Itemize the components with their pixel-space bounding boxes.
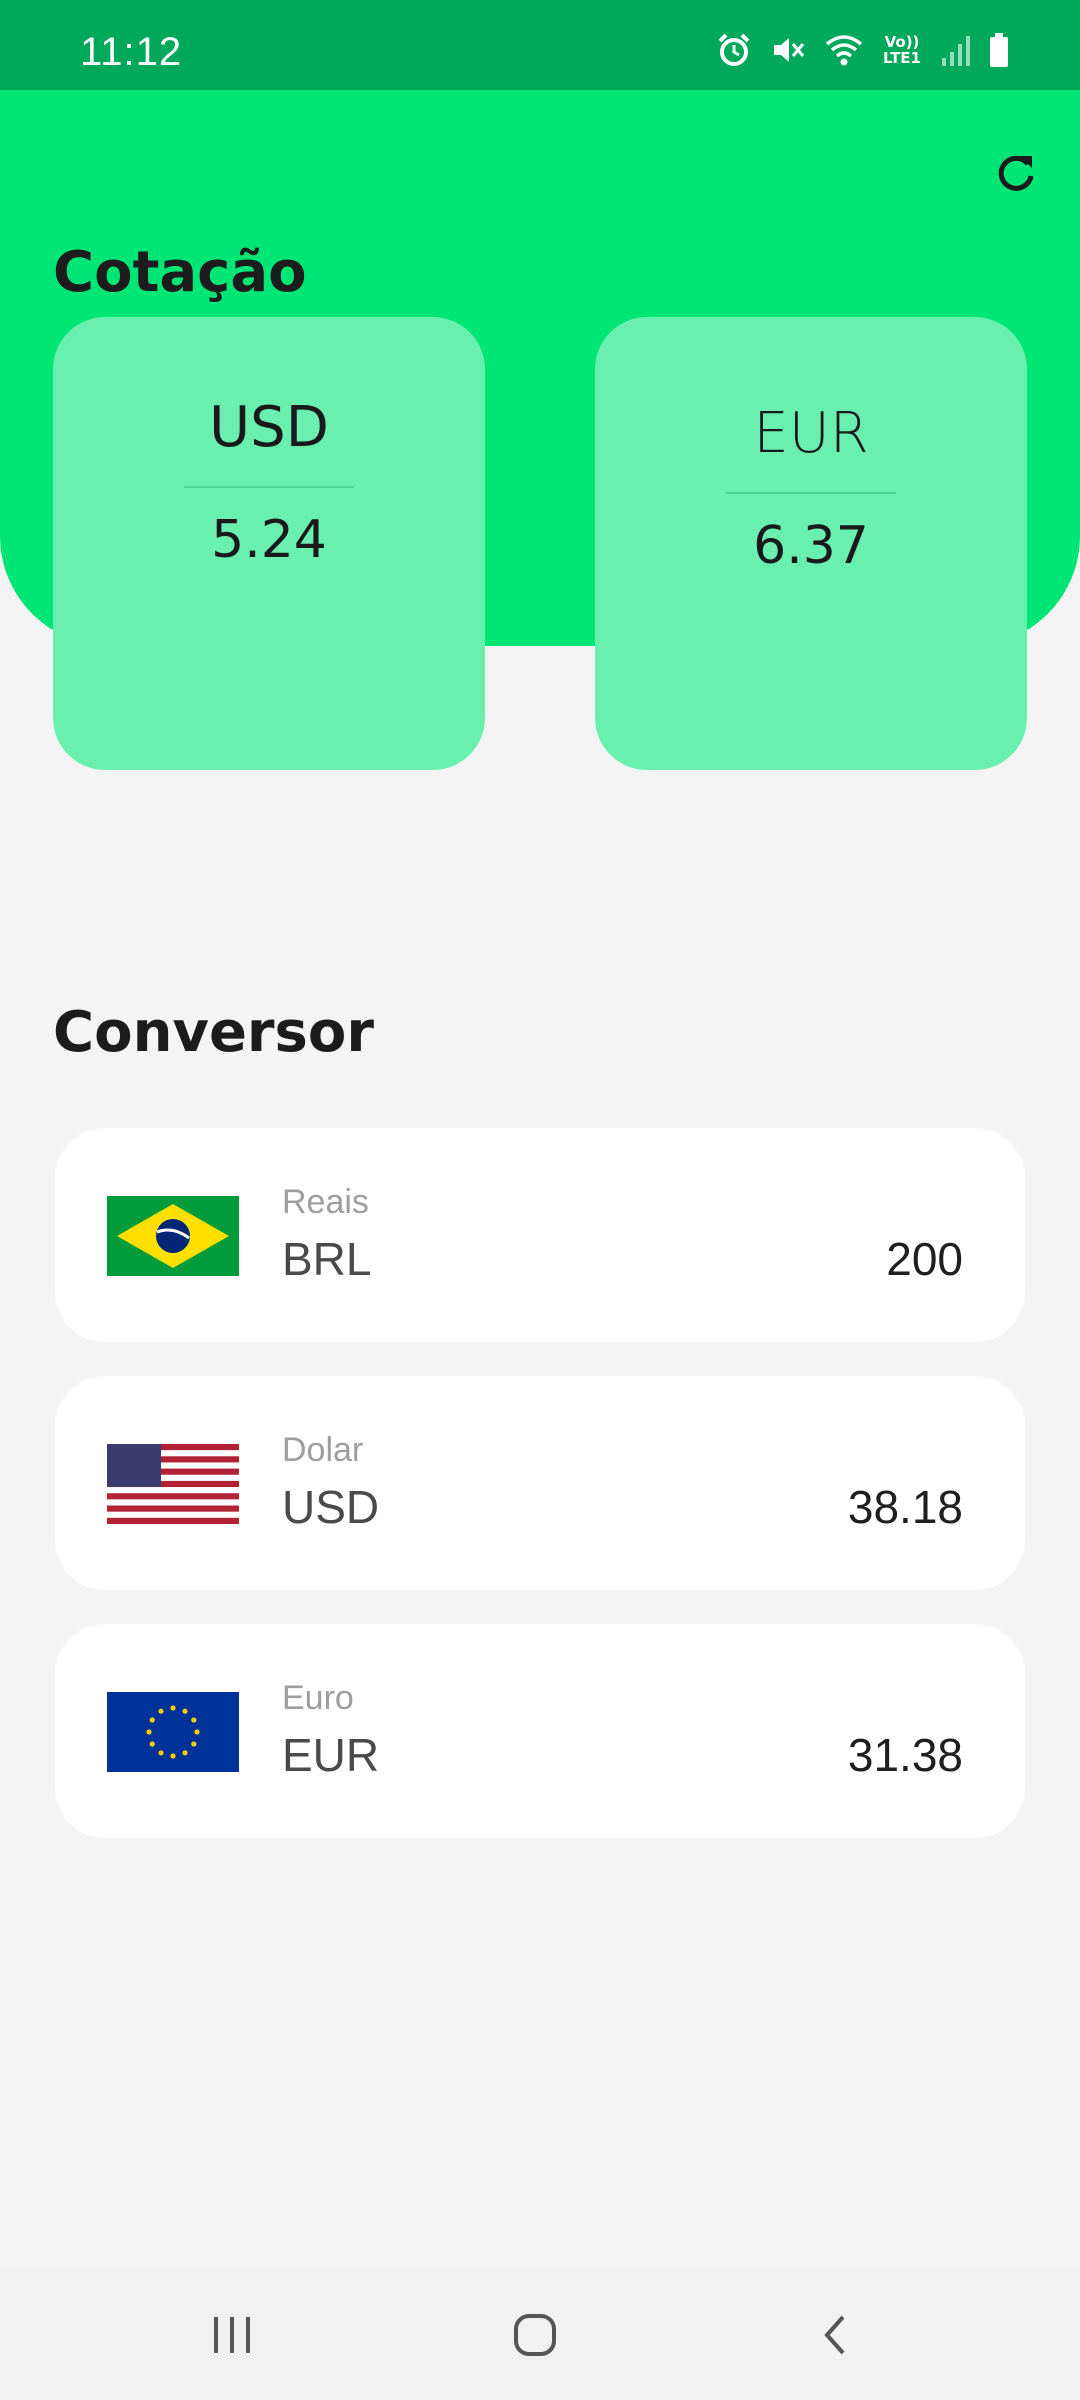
converter-row-usd: Dolar USD 38.18 — [55, 1376, 1025, 1590]
brazil-flag-icon — [107, 1196, 239, 1276]
mute-icon — [770, 32, 806, 68]
battery-icon — [988, 32, 1010, 68]
converter-row-brl: Reais BRL 200 — [55, 1128, 1025, 1342]
recent-apps-button[interactable] — [182, 2300, 282, 2370]
currency-code: USD — [282, 1481, 380, 1533]
divider — [726, 492, 896, 494]
currency-code: BRL — [282, 1233, 372, 1285]
divider — [184, 486, 354, 488]
currency-code: EUR — [282, 1729, 380, 1781]
wifi-icon — [824, 32, 864, 68]
conversor-title: Conversor — [53, 1000, 374, 1065]
eur-amount-field[interactable]: 31.38 — [663, 1728, 963, 1782]
eu-flag-icon — [107, 1692, 239, 1772]
quote-code: EUR — [753, 401, 869, 466]
brl-amount-field[interactable]: 200 — [663, 1232, 963, 1286]
cotacao-title: Cotação — [53, 240, 307, 305]
currency-name: Reais — [282, 1183, 369, 1221]
back-button[interactable] — [787, 2300, 887, 2370]
usd-amount-field[interactable]: 38.18 — [663, 1480, 963, 1534]
status-icons: Vo)) LTE1 — [716, 28, 1010, 72]
quote-card-eur[interactable]: EUR 6.37 — [595, 317, 1027, 770]
quote-code: USD — [209, 395, 329, 460]
lte-icon: Vo)) LTE1 — [883, 33, 921, 67]
usa-flag-icon — [107, 1444, 239, 1524]
alarm-icon — [716, 32, 752, 68]
currency-name: Dolar — [282, 1431, 364, 1469]
quote-value: 6.37 — [753, 516, 869, 576]
converter-row-eur: Euro EUR 31.38 — [55, 1624, 1025, 1838]
refresh-button[interactable] — [984, 142, 1048, 206]
quote-card-usd[interactable]: USD 5.24 — [53, 317, 485, 770]
refresh-icon — [998, 155, 1034, 191]
back-icon — [824, 2315, 845, 2355]
status-time: 11:12 — [80, 30, 183, 74]
quote-value: 5.24 — [211, 510, 327, 570]
status-bar: 11:12 Vo)) LTE1 — [0, 0, 1080, 90]
home-button[interactable] — [485, 2300, 585, 2370]
navigation-bar — [0, 2270, 1080, 2400]
app-screen: 11:12 Vo)) LTE1 Cotação USD 5.24 EUR 6.3… — [0, 0, 1080, 2400]
currency-name: Euro — [282, 1679, 354, 1717]
signal-icon — [940, 32, 970, 68]
home-icon — [514, 2314, 556, 2356]
recent-apps-icon — [214, 2317, 250, 2353]
